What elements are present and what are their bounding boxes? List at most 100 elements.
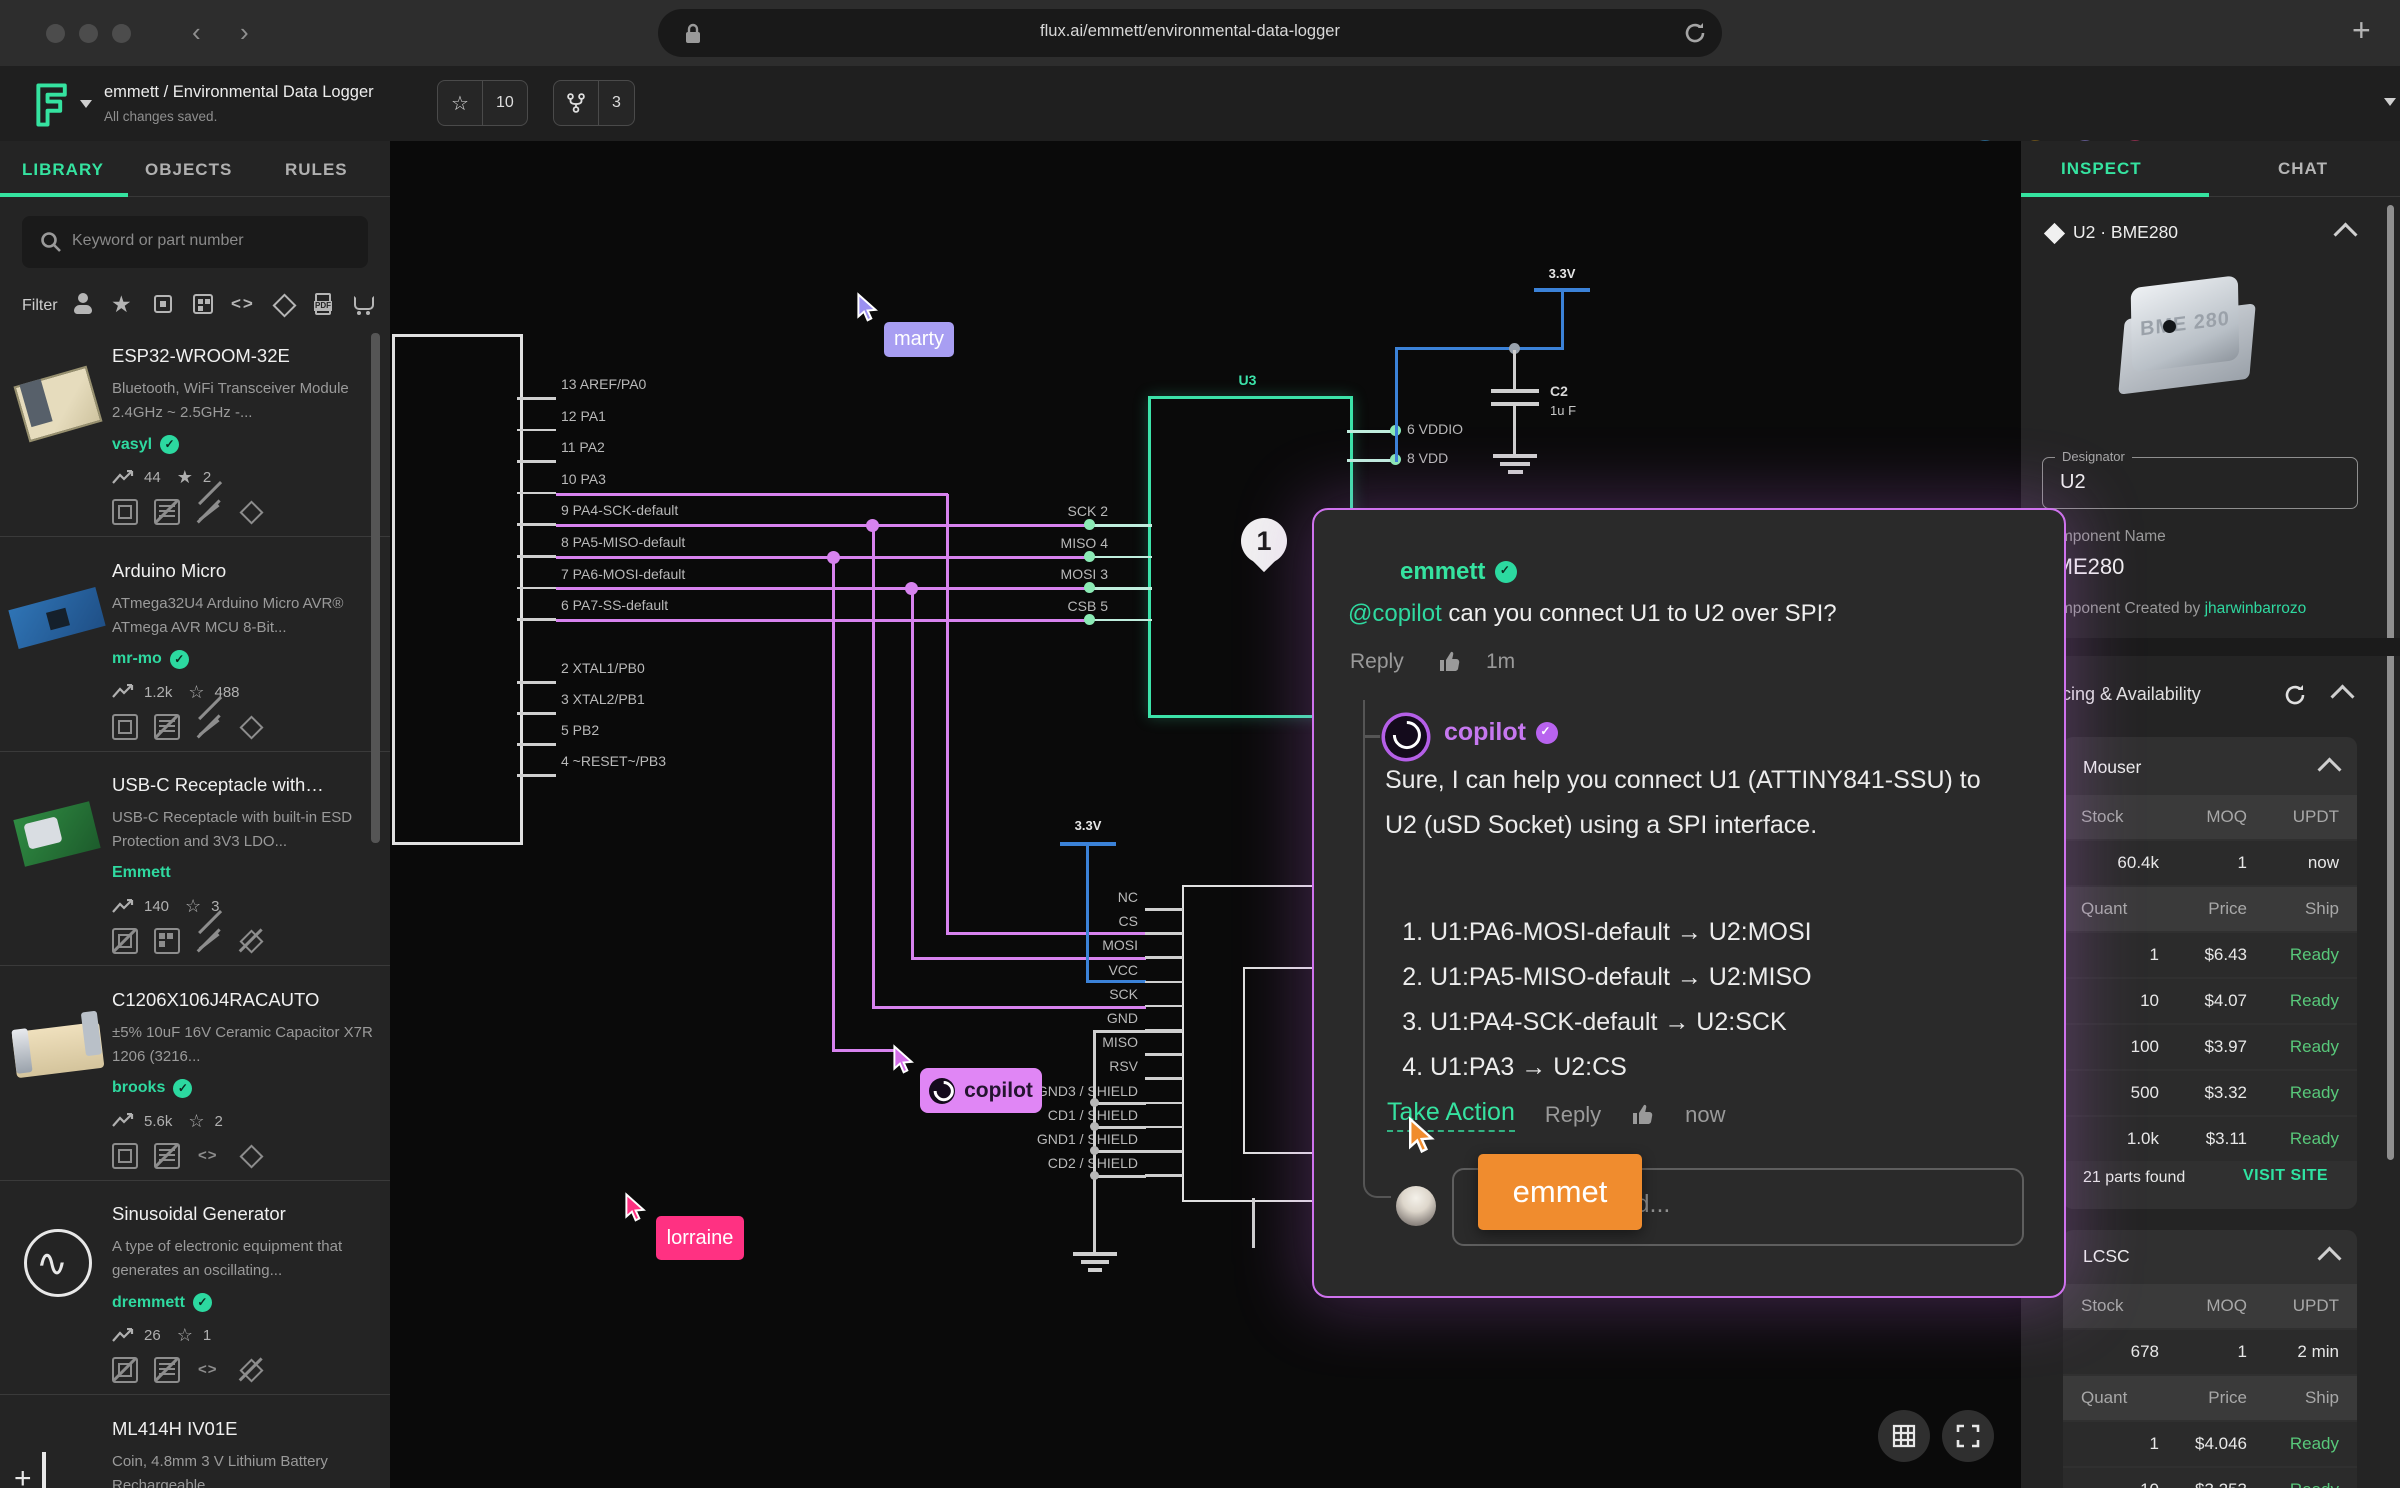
flux-logo[interactable] (28, 82, 74, 128)
pricing-row[interactable]: 1.0k$3.11Ready (2063, 1117, 2357, 1161)
designator-field[interactable]: Designator U2 (2042, 457, 2358, 509)
power-wire[interactable] (1086, 980, 1146, 983)
part-list-item[interactable]: ML414H IV01E Coin, 4.8mm 3 V Lithium Bat… (0, 1412, 390, 1488)
wire-in-progress[interactable] (832, 1049, 896, 1052)
refresh-icon[interactable] (2282, 682, 2308, 708)
datasheet-crossed-icon (154, 1357, 180, 1383)
pricing-row[interactable]: 10$4.07Ready (2063, 979, 2357, 1023)
wire-to-cs[interactable] (946, 932, 1146, 935)
pricing-row[interactable]: 100$3.97Ready (2063, 1025, 2357, 1069)
wire-to-sck[interactable] (872, 1006, 1146, 1009)
comment-time: now (1685, 1102, 1725, 1128)
pricing-row[interactable]: QuantPriceShip (2063, 887, 2357, 931)
wire-vertical[interactable] (832, 557, 835, 1051)
pricing-row[interactable]: StockMOQUPDT (2063, 795, 2357, 839)
wire-vertical[interactable] (872, 525, 875, 1008)
pricing-row[interactable]: 1$6.43Ready (2063, 933, 2357, 977)
pricing-row[interactable]: 60.4k1now (2063, 841, 2357, 885)
part-list-item[interactable]: Arduino Micro ATmega32U4 Arduino Micro A… (0, 554, 390, 768)
panel-tab[interactable]: INSPECT (2061, 159, 2142, 179)
part-description: ATmega32U4 Arduino Micro AVR® ATmega AVR… (112, 592, 374, 640)
fork-button[interactable]: 3 (553, 80, 635, 126)
power-net-label[interactable]: 3.3V (1058, 818, 1118, 833)
traffic-light-minimize[interactable] (79, 24, 98, 43)
reply-link[interactable]: Reply (1350, 650, 1404, 674)
part-list-item[interactable]: Sinusoidal Generator A type of electroni… (0, 1197, 390, 1411)
ground-wire[interactable] (1513, 406, 1516, 454)
pricing-row[interactable]: 500$3.32Ready (2063, 1071, 2357, 1115)
fullscreen-button[interactable] (1942, 1410, 1994, 1462)
cursor-label-marty: marty (884, 322, 954, 357)
app-header: emmett / Environmental Data Logger All c… (0, 66, 2400, 142)
user-menu-caret-icon[interactable] (2384, 98, 2396, 106)
power-wire[interactable] (1396, 347, 1563, 350)
thumbs-up-icon[interactable] (1438, 650, 1462, 674)
gnd-pin-wire[interactable] (1096, 1030, 1182, 1033)
visit-site-link[interactable]: VISIT SITE (2243, 1167, 2328, 1185)
pricing-row[interactable]: 10$3.253Ready (2063, 1468, 2357, 1488)
traffic-light-zoom[interactable] (112, 24, 131, 43)
part-list-item[interactable]: USB-C Receptacle with… USB-C Receptacle … (0, 768, 390, 982)
collapse-caret-icon[interactable] (2317, 757, 2341, 781)
ground-wire[interactable] (1093, 1030, 1096, 1252)
part-author[interactable]: mr-mo (112, 650, 162, 668)
panel-tab[interactable]: CHAT (2278, 159, 2328, 179)
comment-pin-marker[interactable]: 1 (1241, 518, 1287, 564)
module-icon (154, 928, 180, 954)
power-wire[interactable] (1561, 288, 1564, 350)
created-by-link[interactable]: jharwinbarrozo (2205, 600, 2307, 617)
part-author[interactable]: vasyl (112, 436, 152, 454)
pricing-row[interactable]: QuantPriceShip (2063, 1376, 2357, 1420)
trend-icon (112, 899, 134, 915)
pricing-row[interactable]: StockMOQUPDT (2063, 1284, 2357, 1328)
part-author[interactable]: dremmett (112, 1294, 185, 1312)
collapse-caret-icon[interactable] (2333, 222, 2357, 246)
wire-pa4-sck[interactable] (556, 524, 1090, 527)
component-u1[interactable] (392, 334, 523, 845)
pricing-row[interactable]: 67812 min (2063, 1330, 2357, 1374)
chip-icon (112, 499, 138, 525)
reload-icon[interactable] (1682, 20, 1708, 46)
inspect-tabs: INSPECT CHAT (2021, 141, 2400, 197)
wire-pa5-miso[interactable] (556, 556, 1090, 559)
star-button[interactable]: ☆ 10 (437, 80, 528, 126)
part-author[interactable]: Emmett (112, 864, 171, 882)
wire-pa7-ss[interactable] (556, 619, 1090, 622)
wire-vertical[interactable] (946, 494, 949, 934)
part-list-item[interactable]: ESP32-WROOM-32E Bluetooth, WiFi Transcei… (0, 339, 390, 553)
traffic-light-close[interactable] (46, 24, 65, 43)
ground-icon (1073, 1252, 1117, 1256)
part-views: 5.6k (144, 1113, 172, 1130)
reply-link[interactable]: Reply (1545, 1102, 1601, 1128)
junction-dot (827, 551, 840, 564)
forward-icon[interactable]: › (240, 17, 249, 48)
wire-pa3[interactable] (556, 493, 948, 496)
wire-vertical[interactable] (911, 588, 914, 959)
wire-pa6-mosi[interactable] (556, 587, 1090, 590)
pricing-row[interactable]: 1$4.046Ready (2063, 1422, 2357, 1466)
part-thumbnail (12, 1005, 104, 1091)
power-net-label[interactable]: 3.3V (1532, 266, 1592, 281)
capacitor-wire[interactable] (1513, 350, 1516, 389)
new-tab-icon[interactable]: + (2352, 12, 2371, 49)
power-wire[interactable] (1395, 347, 1398, 462)
active-tab-underline (2021, 193, 2209, 197)
part-list-item[interactable]: C1206X106J4RACAUTO ±5% 10uF 16V Ceramic … (0, 983, 390, 1197)
grid-toggle-button[interactable] (1878, 1410, 1930, 1462)
project-menu-caret-icon[interactable] (80, 100, 92, 108)
trend-icon (112, 470, 134, 486)
panel-scrollbar[interactable] (2387, 205, 2394, 1160)
wire-to-mosi[interactable] (911, 957, 1146, 960)
back-icon[interactable]: ‹ (192, 17, 201, 48)
part-stats: 44 ★ 2 (112, 467, 211, 488)
fork-icon (554, 81, 598, 125)
part-name: ESP32-WROOM-32E (112, 345, 290, 367)
sidebar-scrollbar[interactable] (371, 333, 380, 843)
mention[interactable]: @copilot (1348, 600, 1442, 627)
collapse-caret-icon[interactable] (2317, 1246, 2341, 1270)
part-capability-icons (112, 928, 280, 954)
avatar-copilot (1385, 716, 1427, 758)
bot-author: copilot (1444, 718, 1558, 747)
part-author[interactable]: brooks (112, 1079, 165, 1097)
thumbs-up-icon[interactable] (1631, 1103, 1655, 1127)
